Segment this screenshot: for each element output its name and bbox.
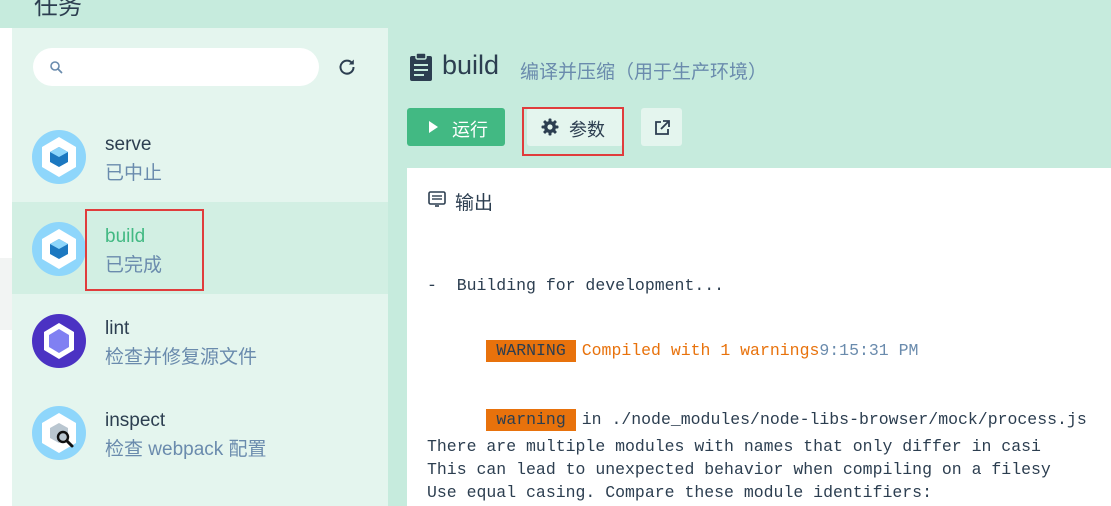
- task-status: 检查并修复源文件: [105, 347, 258, 368]
- webpack-cube-icon: [32, 222, 86, 276]
- external-link-icon: [655, 120, 670, 135]
- task-name: inspect: [105, 410, 166, 431]
- task-detail: build 编译并压缩（用于生产环境） 运行 参数 输出 - Building …: [388, 28, 1111, 506]
- page-title: build: [442, 50, 500, 80]
- webpack-cube-icon: [32, 130, 86, 184]
- open-external-button[interactable]: [641, 108, 682, 146]
- task-item-lint[interactable]: lint 检查并修复源文件: [12, 294, 388, 386]
- task-status: 已完成: [105, 255, 163, 276]
- log-line: WARNING Compiled with 1 warnings9:15:31 P…: [427, 321, 918, 381]
- gear-icon: [541, 118, 559, 136]
- task-name: build: [105, 226, 146, 247]
- webpack-inspect-icon: [32, 406, 86, 460]
- warning-path: in ./node_modules/node-libs-browser/mock…: [581, 410, 1087, 429]
- left-edge-shade: [0, 258, 12, 330]
- terminal-icon: [428, 191, 446, 207]
- log-line: There are multiple modules with names th…: [427, 437, 1041, 456]
- run-button[interactable]: 运行: [407, 108, 505, 146]
- params-button-label: 参数: [569, 120, 605, 140]
- task-item-inspect[interactable]: inspect 检查 webpack 配置: [12, 386, 388, 478]
- clipboard-icon: [410, 52, 432, 81]
- page-subtitle: 编译并压缩（用于生产环境）: [520, 62, 768, 83]
- output-panel: 输出 - Building for development... WARNING…: [407, 168, 1111, 506]
- left-edge-strip: [0, 28, 12, 506]
- log-line: This can lead to unexpected behavior whe…: [427, 460, 1051, 479]
- output-title: 输出: [455, 193, 494, 214]
- log-line: - Building for development...: [427, 276, 725, 295]
- params-button[interactable]: 参数: [527, 108, 623, 146]
- task-status: 检查 webpack 配置: [105, 439, 267, 460]
- task-sidebar: serve 已中止 build 已完成 lint 检查并修复源文件 inspec…: [12, 28, 388, 506]
- warning-badge: WARNING: [486, 340, 576, 362]
- compiled-text: Compiled with 1 warnings: [581, 341, 820, 360]
- app-section-title: 任务: [34, 0, 82, 20]
- task-item-serve[interactable]: serve 已中止: [12, 110, 388, 202]
- run-button-label: 运行: [452, 120, 488, 140]
- task-name: serve: [105, 134, 152, 155]
- task-name: lint: [105, 318, 130, 339]
- task-search[interactable]: [33, 48, 319, 86]
- log-line: Use equal casing. Compare these module i…: [427, 483, 932, 502]
- compiled-time: 9:15:31 PM: [819, 341, 919, 360]
- top-bar: 任务: [0, 0, 1111, 28]
- play-icon: [429, 121, 438, 133]
- warning-badge: warning: [486, 409, 576, 431]
- eslint-hexagon-icon: [32, 314, 86, 368]
- search-icon: [50, 61, 63, 74]
- task-status: 已中止: [105, 163, 163, 184]
- task-item-build[interactable]: build 已完成: [12, 202, 388, 294]
- refresh-icon[interactable]: [336, 56, 358, 78]
- search-input[interactable]: [73, 56, 303, 78]
